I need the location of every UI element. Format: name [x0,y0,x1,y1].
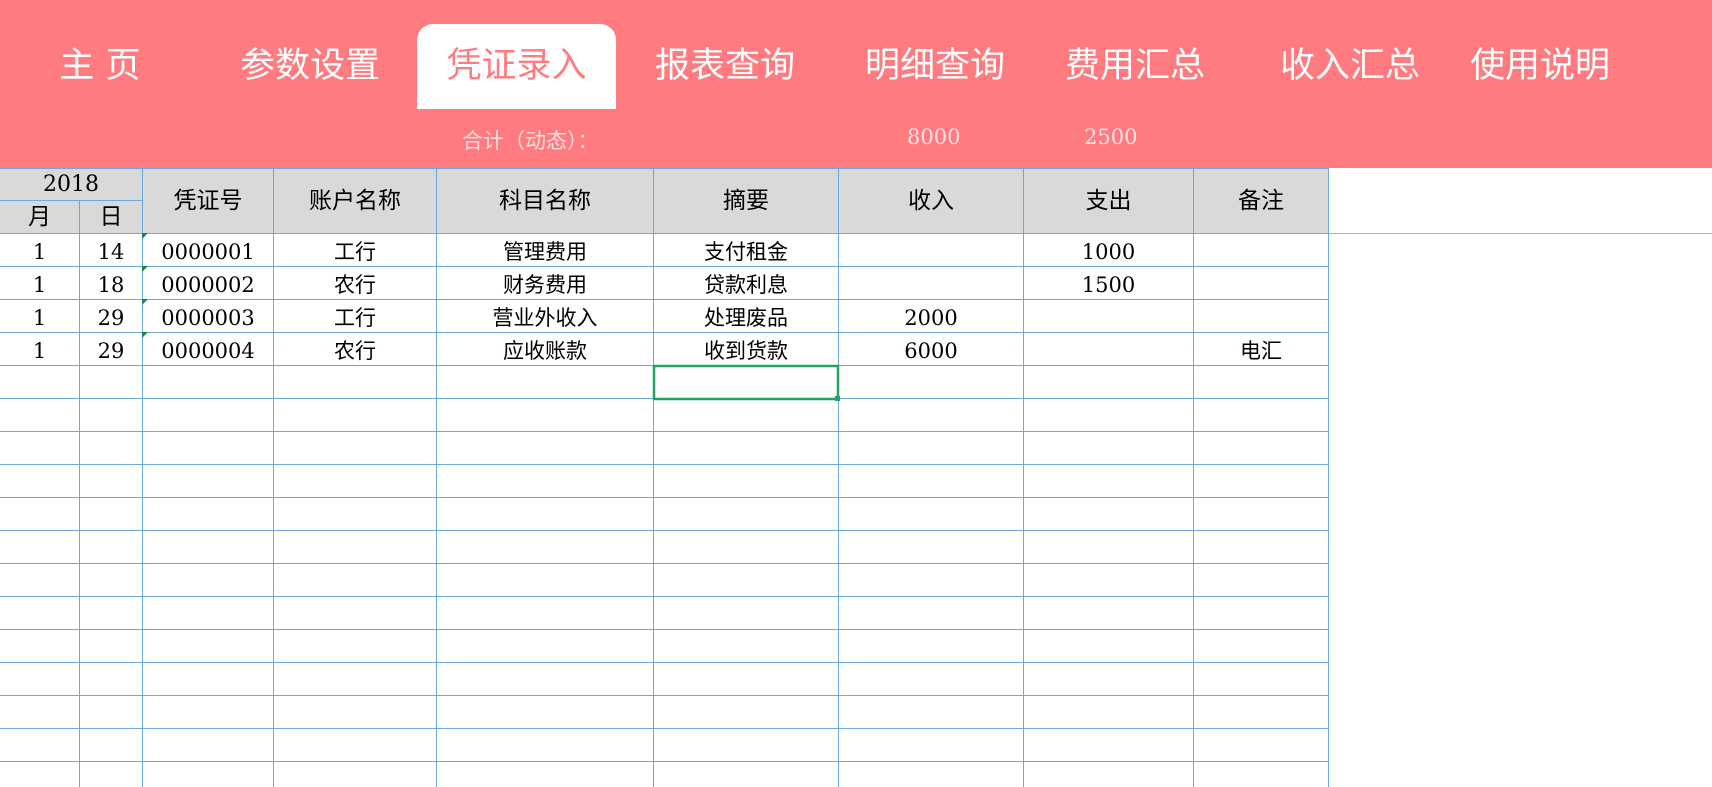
day-header: 日 [99,204,123,230]
summary-cell[interactable]: 贷款利息 [654,270,838,300]
account-cell[interactable]: 工行 [274,237,436,267]
expense-cell[interactable] [1024,303,1193,333]
month-cell[interactable]: 1 [0,303,79,333]
income-header: 收入 [908,188,954,214]
account-name-header: 账户名称 [309,188,401,214]
income-cell[interactable]: 6000 [839,336,1023,366]
tab-home[interactable]: 主 页 [20,24,180,109]
note-cell[interactable] [1194,237,1328,267]
account-cell[interactable]: 工行 [274,303,436,333]
voucher-cell[interactable]: 0000003 [143,303,273,333]
day-cell[interactable]: 29 [80,303,142,333]
tab-voucher-entry[interactable]: 凭证录入 [417,24,616,109]
day-cell[interactable]: 18 [80,270,142,300]
income-cell[interactable] [839,237,1023,267]
note-header: 备注 [1238,188,1284,214]
note-cell[interactable]: 电汇 [1194,336,1328,366]
expense-cell[interactable]: 1000 [1024,237,1193,267]
income-total: 8000 [907,125,961,149]
tab-report-query[interactable]: 报表查询 [625,24,825,109]
fill-handle[interactable] [835,396,840,401]
summary-cell[interactable]: 收到货款 [654,336,838,366]
voucher-cell[interactable]: 0000002 [143,270,273,300]
tab-income-summary[interactable]: 收入汇总 [1250,24,1450,109]
day-cell[interactable]: 14 [80,237,142,267]
subject-name-header: 科目名称 [499,188,591,214]
summary-cell[interactable]: 处理废品 [654,303,838,333]
voucher-cell[interactable]: 0000001 [143,237,273,267]
month-cell[interactable]: 1 [0,270,79,300]
voucher-no-header: 凭证号 [173,188,243,214]
income-cell[interactable]: 2000 [839,303,1023,333]
expense-cell[interactable] [1024,336,1193,366]
expense-header: 支出 [1085,188,1132,214]
summary-cell[interactable]: 支付租金 [654,237,838,267]
summary-label: 合计（动态）： [462,129,599,153]
month-cell[interactable]: 1 [0,237,79,267]
subject-cell[interactable]: 应收账款 [437,336,653,366]
expense-total: 2500 [1084,125,1138,149]
month-cell[interactable]: 1 [0,336,79,366]
subject-cell[interactable]: 管理费用 [437,237,653,267]
note-cell[interactable] [1194,303,1328,333]
year-header: 2018 [43,172,99,197]
summary-header: 摘要 [723,188,769,214]
subject-cell[interactable]: 营业外收入 [437,303,653,333]
selected-cell[interactable] [652,364,840,401]
voucher-cell[interactable]: 0000004 [143,336,273,366]
account-cell[interactable]: 农行 [274,270,436,300]
expense-cell[interactable]: 1500 [1024,270,1193,300]
day-cell[interactable]: 29 [80,336,142,366]
tab-expense-summary[interactable]: 费用汇总 [1035,24,1235,109]
account-cell[interactable]: 农行 [274,336,436,366]
tab-instructions[interactable]: 使用说明 [1440,24,1640,109]
tab-detail-query[interactable]: 明细查询 [835,24,1035,109]
tab-parameter-settings[interactable]: 参数设置 [210,24,410,109]
income-cell[interactable] [839,270,1023,300]
note-cell[interactable] [1194,270,1328,300]
subject-cell[interactable]: 财务费用 [437,270,653,300]
top-banner: 主 页 参数设置 凭证录入 报表查询 明细查询 费用汇总 收入汇总 使用说明 合… [0,0,1712,168]
month-header: 月 [28,204,51,230]
